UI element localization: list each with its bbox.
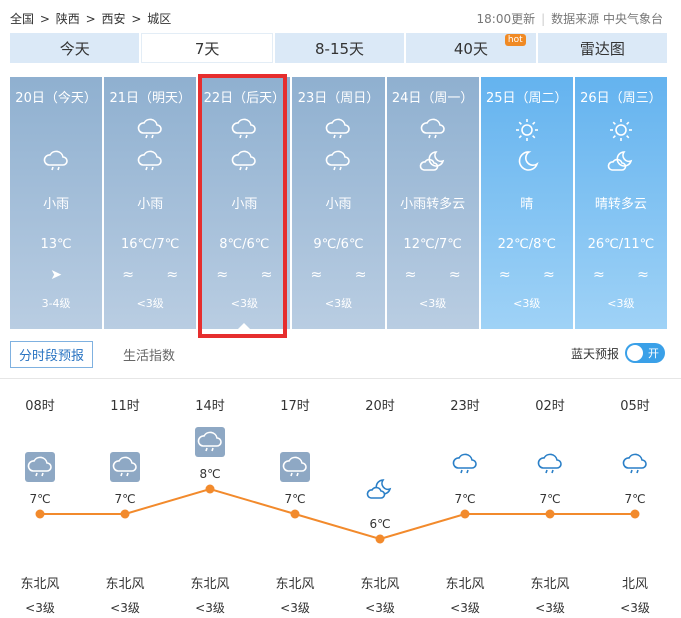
hour-wind-direction: 北风 xyxy=(621,577,648,592)
hour-temperature: 7℃ xyxy=(454,492,476,506)
temperature-point xyxy=(35,509,45,519)
hour-wind-level: <3级 xyxy=(450,601,480,615)
hour-time: 14时 xyxy=(195,399,225,414)
cloud-rain-icon xyxy=(605,452,665,479)
cloud-rain-icon xyxy=(520,452,580,479)
hour-wind-level: <3级 xyxy=(620,601,650,615)
hour-wind-direction: 东北风 xyxy=(105,577,145,592)
temperature-point xyxy=(460,509,470,519)
hour-wind-direction: 东北风 xyxy=(20,577,60,592)
hour-time: 17时 xyxy=(280,399,310,414)
hour-wind-level: <3级 xyxy=(365,601,395,615)
hour-time: 05时 xyxy=(620,399,650,414)
hour-wind-direction: 东北风 xyxy=(190,577,230,592)
temperature-point xyxy=(545,509,555,519)
cloud-rain-icon xyxy=(435,452,495,479)
hour-temperature: 7℃ xyxy=(539,492,561,506)
hour-time: 23时 xyxy=(450,399,480,414)
hour-wind-direction: 东北风 xyxy=(275,577,315,592)
hour-time: 11时 xyxy=(110,399,140,414)
cloud-rain-box-icon xyxy=(180,427,240,460)
hour-wind-direction: 东北风 xyxy=(360,577,400,592)
hour-wind-level: <3级 xyxy=(25,601,55,615)
hour-temperature: 7℃ xyxy=(624,492,646,506)
hour-time: 02时 xyxy=(535,399,565,414)
hour-wind-level: <3级 xyxy=(195,601,225,615)
hour-wind-level: <3级 xyxy=(110,601,140,615)
hour-time: 20时 xyxy=(365,399,395,414)
temperature-point xyxy=(120,509,130,519)
hour-temperature: 6℃ xyxy=(369,517,391,531)
hour-temperature: 8℃ xyxy=(199,467,221,481)
hour-temperature: 7℃ xyxy=(114,492,136,506)
hour-time: 08时 xyxy=(25,399,55,414)
hour-wind-direction: 东北风 xyxy=(445,577,485,592)
hour-wind-level: <3级 xyxy=(280,601,310,615)
cloud-rain-box-icon xyxy=(265,452,325,485)
hour-wind-direction: 东北风 xyxy=(530,577,570,592)
temperature-point xyxy=(375,534,385,544)
cloud-rain-box-icon xyxy=(10,452,70,485)
temperature-line-chart xyxy=(35,484,640,544)
hour-wind-level: <3级 xyxy=(535,601,565,615)
temperature-point xyxy=(290,509,300,519)
hour-temperature: 7℃ xyxy=(29,492,51,506)
cloud-rain-box-icon xyxy=(95,452,155,485)
moon-cloud-icon xyxy=(350,477,410,504)
temperature-point xyxy=(205,484,215,494)
hour-temperature: 7℃ xyxy=(284,492,306,506)
temperature-point xyxy=(630,509,640,519)
